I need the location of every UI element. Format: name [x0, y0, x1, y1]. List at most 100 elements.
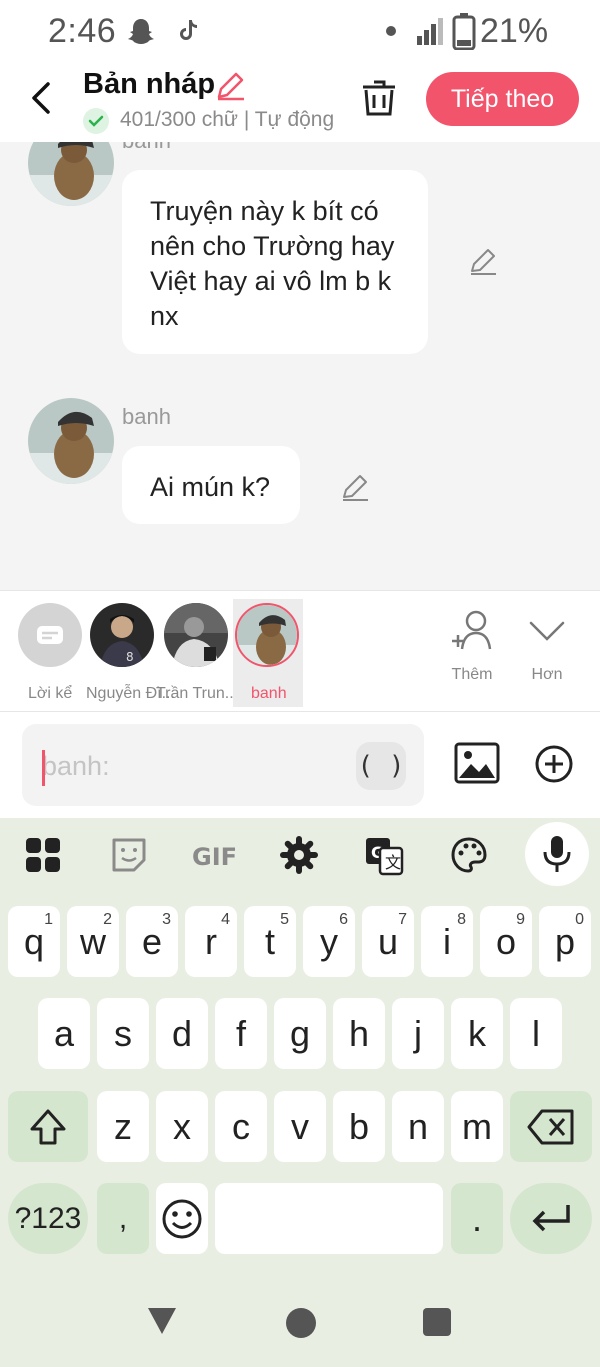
message-input[interactable]: [42, 748, 342, 784]
word-count-row: 401/300 chữ | Tự động lưu: [83, 106, 333, 136]
key-u[interactable]: u7: [362, 906, 414, 977]
sender-name: banh: [122, 142, 171, 154]
settings-gear-icon[interactable]: [280, 836, 318, 879]
plus-circle-icon: [535, 745, 573, 783]
status-time: 2:46: [48, 12, 117, 50]
add-person-icon: [452, 610, 492, 650]
message-bubble[interactable]: Ai mún k?: [122, 446, 300, 524]
key-y[interactable]: y6: [303, 906, 355, 977]
chevron-left-icon: [32, 82, 50, 114]
key-c[interactable]: c: [215, 1091, 267, 1162]
sender-name: banh: [122, 404, 171, 429]
key-f[interactable]: f: [215, 998, 267, 1069]
character-avatar: [235, 603, 299, 667]
key-p[interactable]: p0: [539, 906, 591, 977]
text-caret: [42, 750, 45, 786]
comma-key[interactable]: ,: [97, 1183, 149, 1254]
add-button[interactable]: [534, 744, 574, 789]
status-bar: 2:46 21%: [0, 0, 600, 62]
sticker-icon[interactable]: [110, 836, 148, 879]
message-bubble[interactable]: Truyện này k bít có nên cho Trường hay V…: [122, 170, 428, 354]
key-v[interactable]: v: [274, 1091, 326, 1162]
word-count-status: 401/300 chữ | Tự động lưu: [120, 108, 333, 131]
key-x[interactable]: x: [156, 1091, 208, 1162]
trash-icon: [363, 80, 395, 116]
symbols-key[interactable]: ?123: [8, 1183, 88, 1254]
battery-icon: [452, 12, 476, 55]
key-h[interactable]: h: [333, 998, 385, 1069]
edit-message-icon[interactable]: [468, 246, 498, 281]
key-g[interactable]: g: [274, 998, 326, 1069]
character-narrator[interactable]: Lời kể: [16, 599, 86, 707]
microphone-icon: [543, 836, 571, 872]
more-button[interactable]: Hơn: [512, 607, 582, 684]
back-button[interactable]: [26, 78, 58, 118]
parenthesis-button[interactable]: ( ): [356, 742, 406, 790]
triangle-back-icon: [148, 1308, 176, 1334]
key-r[interactable]: r4: [185, 906, 237, 977]
chat-area[interactable]: banh Truyện này k bít có nên cho Trường …: [0, 142, 600, 590]
microphone-button[interactable]: [525, 822, 589, 886]
emoji-key[interactable]: [156, 1183, 208, 1254]
key-n[interactable]: n: [392, 1091, 444, 1162]
enter-key[interactable]: [510, 1183, 592, 1254]
key-k[interactable]: k: [451, 998, 503, 1069]
navigation-bar: [0, 1278, 600, 1367]
narrator-avatar: [18, 603, 82, 667]
key-d[interactable]: d: [156, 998, 208, 1069]
nav-home-button[interactable]: [286, 1308, 316, 1338]
message-text: Ai mún k?: [150, 472, 271, 502]
key-s[interactable]: s: [97, 998, 149, 1069]
delete-button[interactable]: [360, 78, 398, 123]
theme-palette-icon[interactable]: [450, 836, 488, 879]
shift-key[interactable]: [8, 1091, 88, 1162]
signal-icon: [416, 16, 446, 51]
character-item[interactable]: 8 Nguyễn Đì...: [86, 599, 175, 707]
key-e[interactable]: e3: [126, 906, 178, 977]
avatar[interactable]: [28, 142, 114, 206]
chevron-down-icon: [529, 621, 565, 641]
character-avatar: 8: [90, 603, 154, 667]
emoji-icon: [162, 1199, 202, 1239]
key-t[interactable]: t5: [244, 906, 296, 977]
snapchat-icon: [126, 16, 156, 51]
backspace-key[interactable]: [510, 1091, 592, 1162]
key-z[interactable]: z: [97, 1091, 149, 1162]
key-o[interactable]: o9: [480, 906, 532, 977]
key-j[interactable]: j: [392, 998, 444, 1069]
next-button[interactable]: Tiếp theo: [426, 72, 579, 126]
character-avatar: [164, 603, 228, 667]
svg-text:GIF: GIF: [192, 843, 237, 871]
insert-image-button[interactable]: [454, 742, 500, 789]
svg-text:8: 8: [126, 650, 134, 664]
message-input-box[interactable]: ( ): [22, 724, 424, 806]
key-b[interactable]: b: [333, 1091, 385, 1162]
apps-grid-icon[interactable]: [24, 836, 62, 879]
character-item[interactable]: Trần Trun...: [156, 599, 238, 707]
add-label: Thêm: [451, 666, 493, 683]
page-title: Bản nháp: [83, 68, 216, 100]
avatar[interactable]: [28, 398, 114, 484]
nav-back-button[interactable]: [146, 1306, 178, 1341]
key-m[interactable]: m: [451, 1091, 503, 1162]
key-w[interactable]: w2: [67, 906, 119, 977]
key-l[interactable]: l: [510, 998, 562, 1069]
edit-title-icon[interactable]: [214, 70, 246, 107]
translate-icon[interactable]: G文: [364, 836, 404, 881]
period-key[interactable]: .: [451, 1183, 503, 1254]
key-q[interactable]: q1: [8, 906, 60, 977]
tiktok-icon: [178, 18, 198, 47]
gif-icon[interactable]: GIF: [190, 840, 238, 877]
space-key[interactable]: [215, 1183, 443, 1254]
keyboard-toolbar: GIF G文: [0, 818, 600, 898]
nav-recents-button[interactable]: [423, 1308, 451, 1336]
image-icon: [454, 742, 500, 784]
key-i[interactable]: i8: [421, 906, 473, 977]
add-character-button[interactable]: Thêm: [437, 607, 507, 684]
character-item-selected[interactable]: banh: [233, 599, 303, 707]
edit-message-icon[interactable]: [340, 472, 370, 507]
key-a[interactable]: a: [38, 998, 90, 1069]
more-label: Hơn: [531, 666, 563, 683]
character-bar: Lời kể 8 Nguyễn Đì... Trần Trun... banh …: [0, 590, 600, 712]
character-label: Lời kể: [28, 685, 73, 702]
